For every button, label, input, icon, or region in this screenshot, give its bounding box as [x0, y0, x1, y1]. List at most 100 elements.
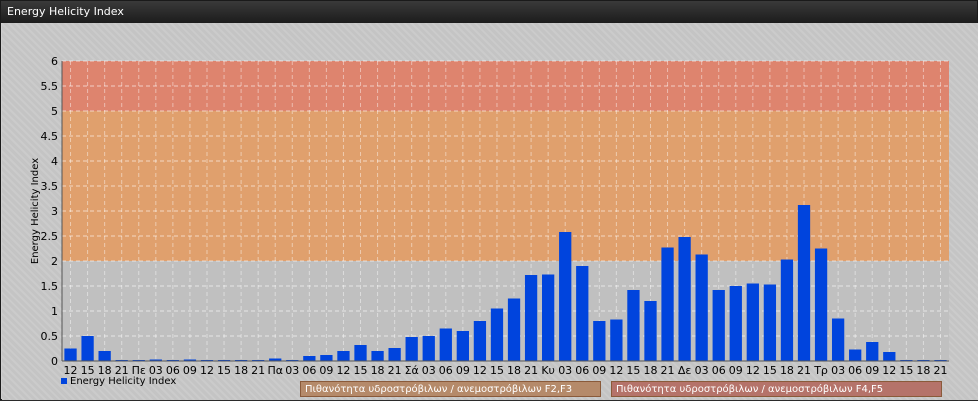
bar [405, 337, 418, 361]
bar [456, 331, 469, 361]
bar [422, 336, 435, 361]
x-tick-label: 09 [592, 364, 606, 377]
bar [98, 351, 111, 361]
x-tick-label: 21 [524, 364, 538, 377]
bar [644, 301, 657, 361]
x-tick-label: 21 [661, 364, 675, 377]
y-tick-label: 4 [51, 155, 58, 168]
band-legend-f4f5: Πιθανότητα υδροστρόβιλων / ανεμοστρόβιλω… [611, 381, 942, 397]
band-legend-f2f3: Πιθανότητα υδροστρόβιλων / ανεμοστρόβιλω… [300, 381, 601, 397]
x-tick-label: Σά [405, 364, 419, 377]
y-axis-label: Energy Helicity Index [30, 158, 41, 264]
x-tick-label: 15 [899, 364, 913, 377]
bar [814, 248, 828, 361]
bar [763, 284, 777, 361]
bar [371, 351, 384, 361]
bar [303, 356, 316, 361]
bar [729, 286, 742, 361]
bar [337, 351, 350, 361]
bar [627, 290, 640, 361]
x-tick-label: 09 [319, 364, 333, 377]
x-tick-label: 12 [882, 364, 896, 377]
bar [712, 290, 725, 361]
x-tick-label: 03 [422, 364, 436, 377]
y-tick-label: 3.5 [41, 180, 59, 193]
series-legend-label: Energy Helicity Index [70, 376, 177, 387]
y-tick-label: 3 [51, 205, 58, 218]
x-tick-label: 06 [575, 364, 589, 377]
x-tick-label: 03 [695, 364, 709, 377]
x-tick-label: Πα [267, 364, 283, 377]
bar [81, 336, 94, 361]
y-tick-label: 0 [51, 355, 58, 368]
y-tick-label: 6 [51, 55, 58, 68]
x-tick-label: 09 [456, 364, 470, 377]
x-tick-label: 15 [490, 364, 504, 377]
y-tick-label: 0.5 [41, 330, 59, 343]
bar [64, 348, 77, 361]
x-tick-label: 15 [354, 364, 368, 377]
bar [490, 308, 504, 361]
x-tick-label: 09 [729, 364, 743, 377]
x-tick-label: 21 [251, 364, 265, 377]
y-tick-label: 1 [51, 305, 58, 318]
y-tick-label: 4.5 [41, 130, 59, 143]
x-tick-label: 15 [217, 364, 231, 377]
bar [831, 318, 845, 361]
bar [746, 283, 759, 361]
x-tick-label: Κυ [541, 364, 555, 377]
bar [797, 205, 811, 361]
x-tick-label: 12 [200, 364, 214, 377]
bar [780, 259, 794, 361]
bar [388, 348, 401, 361]
bar [320, 355, 333, 361]
bar [883, 352, 896, 361]
bar [593, 321, 606, 361]
x-tick-label: 18 [643, 364, 657, 377]
bar [661, 247, 674, 361]
bar [849, 349, 862, 361]
x-tick-label: 03 [831, 364, 845, 377]
x-tick-label: 12 [336, 364, 350, 377]
chart-window: Energy Helicity Index 0 0.5 1 1.5 2 2.5 3 3.5 4 4… [0, 0, 978, 400]
bar [542, 274, 555, 361]
y-tick-label: 5.5 [41, 80, 59, 93]
x-tick-label: 15 [763, 364, 777, 377]
y-tick-label: 1.5 [41, 280, 59, 293]
x-tick-label: 18 [507, 364, 521, 377]
x-tick-label: 03 [285, 364, 299, 377]
ehi-chart: 00.511.522.533.544.555.5612 15 18 21 Πε 03 06 0… [30, 55, 949, 377]
bar [678, 237, 691, 361]
series-legend: Energy Helicity Index [61, 376, 176, 388]
bar [559, 232, 572, 361]
x-tick-label: Τρ [813, 364, 828, 377]
x-tick-label: 06 [302, 364, 316, 377]
x-tick-label: 09 [183, 364, 197, 377]
bar [610, 319, 623, 361]
x-tick-label: 12 [609, 364, 623, 377]
bar [576, 266, 589, 361]
bar [866, 342, 879, 361]
x-tick-label: 18 [371, 364, 385, 377]
x-tick-label: 06 [439, 364, 453, 377]
x-tick-label: 18 [234, 364, 248, 377]
x-tick-label: 21 [388, 364, 402, 377]
bar [507, 298, 521, 361]
x-tick-label: 12 [746, 364, 760, 377]
y-tick-label: 2 [51, 255, 58, 268]
x-tick-label: 21 [933, 364, 947, 377]
bar [695, 254, 708, 361]
x-tick-label: 12 [473, 364, 487, 377]
x-tick-label: 15 [626, 364, 640, 377]
y-tick-label: 5 [51, 105, 58, 118]
x-tick-label: 06 [712, 364, 726, 377]
x-tick-label: 21 [797, 364, 811, 377]
bar [439, 328, 452, 361]
x-tick-label: 18 [780, 364, 794, 377]
series-swatch [61, 378, 67, 384]
x-tick-label: 03 [558, 364, 572, 377]
bar [473, 321, 487, 361]
y-tick-label: 2.5 [41, 230, 59, 243]
x-tick-label: 18 [916, 364, 930, 377]
x-tick-label: Δε [678, 364, 692, 377]
